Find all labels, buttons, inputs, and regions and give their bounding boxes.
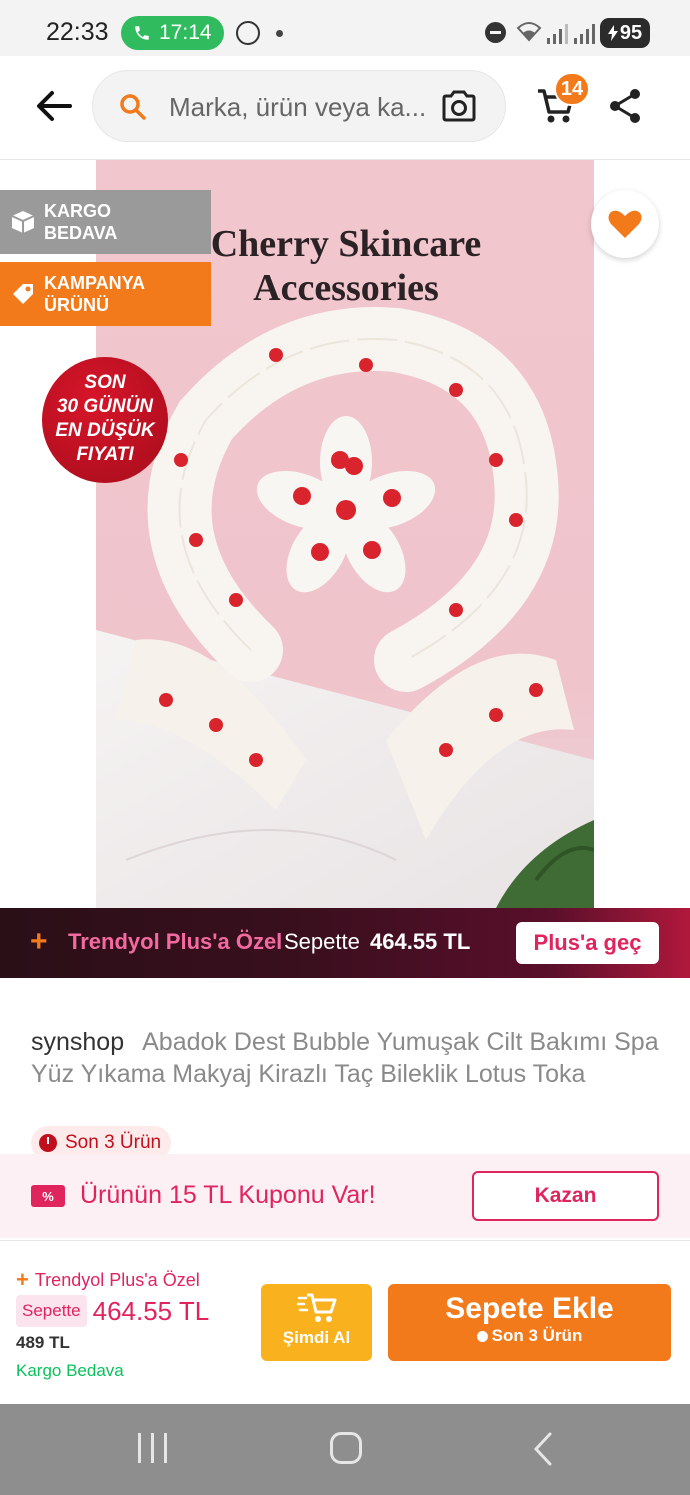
product-image-gallery[interactable]: Cherry Skincare Accessories KARGO BEDAVA… <box>0 160 690 908</box>
search-bar[interactable] <box>92 70 506 143</box>
product-name: Abadok Dest Bubble Yumuşak Cilt Bakımı S… <box>31 1028 659 1088</box>
search-input[interactable] <box>169 71 429 143</box>
free-shipping-label-line2: BEDAVA <box>44 223 118 243</box>
product-info: synshop Abadok Dest Bubble Yumuşak Cilt B… <box>0 978 690 1160</box>
clock-icon <box>39 1134 57 1152</box>
charging-icon <box>607 25 618 41</box>
plus-exclusive-label: + Trendyol Plus'a Özel <box>16 1267 200 1293</box>
status-bar: 22:33 17:14 95 <box>0 0 690 56</box>
campaign-badge: KAMPANYA ÜRÜNÜ <box>0 262 211 326</box>
plus-icon: + <box>16 1267 29 1292</box>
coupon-banner: % Ürünün 15 TL Kuponu Var! Kazan <box>0 1154 690 1238</box>
plus-banner-sepette: Sepette <box>284 929 360 954</box>
bottom-action-bar: + Trendyol Plus'a Özel Sepette 464.55 TL… <box>0 1240 690 1404</box>
plus-price: 464.55 TL <box>92 1295 210 1326</box>
camera-search-icon[interactable] <box>441 89 477 123</box>
add-to-cart-button[interactable]: Sepete Ekle Son 3 Ürün <box>388 1284 671 1361</box>
back-icon[interactable] <box>528 1432 558 1466</box>
free-shipping-badge: KARGO BEDAVA <box>0 190 211 254</box>
recent-apps-icon[interactable] <box>138 1433 168 1463</box>
tag-icon <box>13 284 33 304</box>
free-shipping-label-line1: KARGO <box>44 201 111 221</box>
clock-icon <box>476 1330 488 1342</box>
plus-icon: + <box>30 925 48 958</box>
search-icon <box>120 94 146 120</box>
more-notifications-dot <box>276 30 283 37</box>
campaign-label-line2: ÜRÜNÜ <box>44 295 109 315</box>
plus-upgrade-button[interactable]: Plus'a geç <box>516 922 659 964</box>
ongoing-call-chip[interactable]: 17:14 <box>121 16 224 50</box>
plus-banner-price: 464.55 TL <box>370 929 471 954</box>
brand-link[interactable]: synshop <box>31 1028 124 1056</box>
battery-level: 95 <box>619 21 643 44</box>
sepette-label: Sepette <box>16 1295 87 1327</box>
do-not-disturb-icon <box>485 22 506 43</box>
free-shipping-text: Kargo Bedava <box>16 1361 124 1380</box>
buy-now-button[interactable]: Şimdi Al <box>261 1284 372 1361</box>
plus-exclusive-text: Trendyol Plus'a Özel <box>34 1269 200 1290</box>
coupon-text: Ürünün 15 TL Kuponu Var! <box>80 1181 376 1209</box>
signal-icon <box>545 22 568 44</box>
clock: 22:33 <box>46 18 109 46</box>
buy-now-label: Şimdi Al <box>282 1328 351 1347</box>
add-to-cart-stock-text: Son 3 Ürün <box>491 1326 583 1345</box>
signal-icon <box>572 22 595 44</box>
lowest-price-line4: FIYATI <box>76 444 134 465</box>
plus-banner-title: Trendyol Plus'a Özel <box>68 929 283 954</box>
add-to-cart-stock: Son 3 Ürün <box>388 1326 671 1346</box>
home-icon[interactable] <box>330 1432 362 1464</box>
campaign-label-line1: KAMPANYA <box>44 273 146 293</box>
stock-warning-text: Son 3 Ürün <box>65 1132 162 1153</box>
top-app-bar: 14 <box>0 56 690 160</box>
plus-promo-banner: + Trendyol Plus'a Özel Sepette 464.55 TL… <box>0 908 690 978</box>
box-icon <box>11 211 35 233</box>
heart-icon <box>608 210 642 238</box>
photo-heading-line1: Cherry Skincare <box>211 223 482 265</box>
lowest-price-line2: 30 GÜNÜN <box>56 396 154 417</box>
add-to-cart-label: Sepete Ekle <box>445 1292 614 1325</box>
lowest-price-30-days-badge: SON 30 GÜNÜN EN DÜŞÜK FIYATI <box>42 357 168 483</box>
wifi-icon <box>516 20 542 48</box>
call-timer: 17:14 <box>159 21 212 44</box>
coupon-icon: % <box>31 1185 65 1207</box>
regular-price: 489 TL <box>16 1333 70 1352</box>
battery-indicator: 95 <box>600 18 650 48</box>
system-navigation-bar <box>0 1404 690 1495</box>
fast-cart-icon <box>296 1293 336 1322</box>
whatsapp-icon <box>236 21 260 45</box>
phone-icon <box>135 26 149 40</box>
back-arrow-icon[interactable] <box>32 84 76 128</box>
photo-heading-line2: Accessories <box>253 267 439 309</box>
product-title: synshop Abadok Dest Bubble Yumuşak Cilt B… <box>31 1026 661 1090</box>
cart-count-badge: 14 <box>554 72 590 106</box>
favorite-button[interactable] <box>591 190 659 258</box>
plus-price-row: Sepette 464.55 TL <box>16 1295 209 1327</box>
claim-coupon-button[interactable]: Kazan <box>472 1171 659 1221</box>
lowest-price-line1: SON <box>84 372 126 393</box>
share-icon[interactable] <box>608 87 642 125</box>
lowest-price-line3: EN DÜŞÜK <box>55 420 155 441</box>
